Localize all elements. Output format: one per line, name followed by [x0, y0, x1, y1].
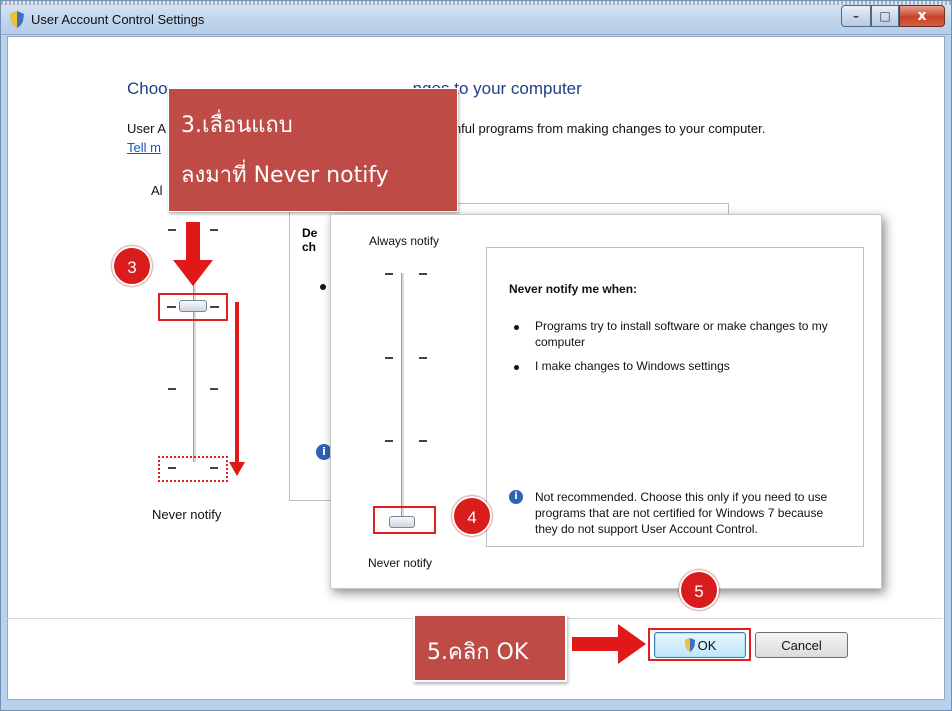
slider-tick	[168, 229, 176, 231]
tell-me-more-link-start[interactable]: Tell m	[127, 140, 161, 155]
slider-tick	[419, 357, 427, 359]
slider-tick	[385, 357, 393, 359]
list-item: I make changes to Windows settings	[535, 359, 730, 373]
zoom-slider-bottom-label: Never notify	[368, 556, 433, 570]
caption-buttons: – □ x	[841, 5, 945, 27]
never-notify-title: Never notify me when:	[509, 282, 638, 296]
callout-step3-line2: ลงมาที่ Never notify	[181, 163, 389, 188]
slider-top-label: Al	[151, 183, 163, 198]
bullet-dot	[514, 325, 519, 330]
zoom-slider-top-label: Always notify	[369, 234, 440, 248]
ok-button-highlight	[648, 628, 751, 661]
drag-arrow-head	[229, 462, 245, 476]
slider-tick	[385, 273, 393, 275]
slider-bottom-label: Never notify	[152, 507, 222, 522]
screenshot-stage: User Account Control Settings – □ x Choo…	[0, 0, 952, 711]
uac-shield-icon	[10, 11, 24, 28]
callout-step3-line1: 3.เลื่อนแถบ	[181, 113, 293, 138]
window-title: User Account Control Settings	[31, 12, 205, 27]
current-position-highlight	[158, 293, 228, 321]
down-arrow-annotation	[186, 222, 200, 262]
drag-arrow-annotation	[235, 302, 239, 467]
maximize-button[interactable]: □	[871, 5, 899, 27]
close-button[interactable]: x	[899, 5, 945, 27]
slider-tick	[210, 229, 218, 231]
page-description-end: rmful programs from making changes to yo…	[446, 121, 766, 136]
step-4-badge: 4	[452, 496, 492, 536]
step-3-instruction-callout: 3.เลื่อนแถบ ลงมาที่ Never notify	[168, 88, 458, 212]
bullet-dot	[514, 365, 519, 370]
page-description-start: User A	[127, 121, 167, 136]
callout-step5-text: 5.คลิก OK	[427, 640, 529, 665]
down-arrow-head	[173, 260, 213, 286]
description-box-title: De ch	[302, 226, 318, 254]
info-icon: i	[509, 490, 523, 504]
target-position-highlight	[158, 456, 228, 482]
step-5-instruction-callout: 5.คลิก OK	[413, 614, 567, 682]
zoom-slider-track[interactable]	[401, 273, 404, 528]
not-recommended-warning: Not recommended. Choose this only if you…	[535, 490, 828, 536]
slider-tick	[168, 388, 176, 390]
slider-tick	[419, 273, 427, 275]
never-notify-description-panel: Never notify me when: Programs try to in…	[486, 247, 864, 547]
cancel-button[interactable]: Cancel	[755, 632, 848, 658]
slider-tick	[419, 440, 427, 442]
step-5-badge: 5	[679, 570, 719, 610]
zoom-thumb-highlight	[373, 506, 436, 534]
right-arrow-head	[618, 624, 646, 664]
zoomed-never-notify-panel: Always notify Never notify Never notify …	[330, 214, 882, 589]
title-bar[interactable]: User Account Control Settings – □ x	[1, 1, 951, 35]
list-item: Programs try to install software or make…	[535, 319, 828, 349]
slider-tick	[210, 388, 218, 390]
slider-tick	[385, 440, 393, 442]
minimize-button[interactable]: –	[841, 5, 871, 27]
step-3-badge: 3	[112, 246, 152, 286]
page-heading-start: Choo	[127, 79, 168, 98]
bullet-dot	[320, 284, 326, 290]
right-arrow-annotation	[572, 637, 620, 651]
